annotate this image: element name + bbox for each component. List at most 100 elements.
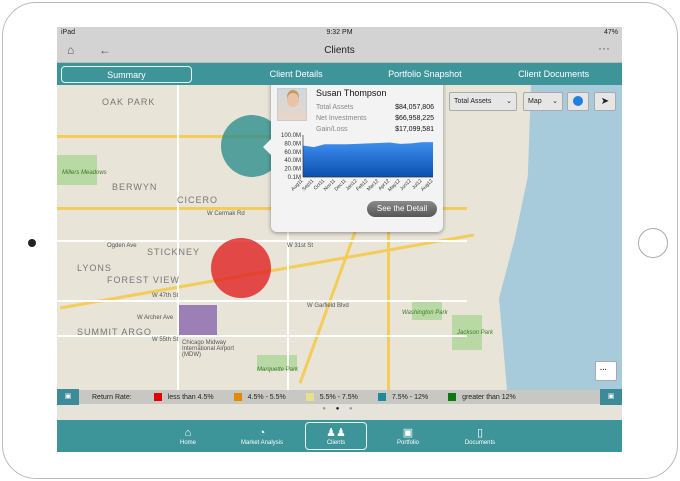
nav-bar: ⌂ ← Clients ··· <box>57 37 622 63</box>
page-indicator[interactable]: ● ● ● <box>57 406 622 412</box>
map-label: SUMMIT ARGO <box>77 327 152 337</box>
page-title: Clients <box>324 45 355 56</box>
map-label: Ogden Ave <box>107 243 137 249</box>
map-label: W Archer Ave <box>137 315 174 321</box>
bottom-tab-home[interactable]: ⌂ Home <box>157 422 219 450</box>
device-label: iPad <box>61 28 76 36</box>
tab-portfolio-snapshot[interactable]: Portfolio Snapshot <box>361 66 490 83</box>
bottom-tab-bar: ⌂ Home ◔ Market Analysis ♟♟ Clients ▣ Portfo… <box>57 420 622 452</box>
legend-label: less than 4.5% <box>167 393 214 401</box>
location-dot-icon <box>573 96 583 107</box>
legend-item: 4.5% - 5.5% <box>233 393 286 401</box>
metric-dropdown[interactable]: Total Assets ⌄ <box>449 92 517 111</box>
view-value: Map <box>528 98 542 105</box>
tab-label: Clients <box>326 439 346 446</box>
stat-value: $84,057,806 <box>395 104 434 111</box>
y-tick-label: 100.0M <box>281 133 301 139</box>
map-label: W Cermak Rd <box>207 211 245 217</box>
y-tick-label: 40.0M <box>284 158 301 164</box>
map-label: W 55th St <box>152 337 179 343</box>
airport <box>177 305 217 335</box>
legend-item: 7.5% - 12% <box>377 393 429 401</box>
legend-title: Return Rate: <box>92 393 132 401</box>
legend-label: 7.5% - 12% <box>391 393 429 401</box>
view-dropdown[interactable]: Map ⌄ <box>523 92 563 111</box>
legend-label: 5.5% - 7.5% <box>319 393 358 401</box>
map-label: W Garfield Blvd <box>307 303 349 309</box>
client-bubble-red[interactable] <box>211 238 271 298</box>
home-icon: ⌂ <box>184 426 192 439</box>
see-detail-button[interactable]: See the Detail <box>367 201 437 217</box>
map-label: Jackson Park <box>457 330 494 336</box>
battery: 47% <box>603 28 618 36</box>
y-tick-label: 80.0M <box>284 141 301 147</box>
x-tick-label: Sep11 <box>301 178 315 192</box>
stat-row: Total Assets $84,057,806 <box>316 104 434 111</box>
map-label: BERWYN <box>112 182 158 192</box>
tab-label: Home <box>179 439 196 446</box>
navigate-button[interactable]: ➤ <box>594 92 616 111</box>
map-label: STICKNEY <box>147 247 201 257</box>
metric-value: Total Assets <box>454 98 492 105</box>
briefcase-icon: ▣ <box>402 426 414 439</box>
x-tick-label: Jun12 <box>399 178 413 192</box>
legend-swatch <box>233 393 242 401</box>
tab-client-documents[interactable]: Client Documents <box>489 66 618 83</box>
legend-item: 5.5% - 7.5% <box>305 393 358 401</box>
documents-icon: ▯ <box>476 426 484 439</box>
legend-swatch <box>153 393 162 401</box>
map-label: Chicago Midway International Airport (MD… <box>182 340 235 358</box>
legend-swatch <box>377 393 386 401</box>
legend-label: 4.5% - 5.5% <box>247 393 286 401</box>
screen: iPad 9:32 PM 47% ⌂ ← Clients ··· Summary… <box>57 27 622 452</box>
map-label: OAK PARK <box>102 97 156 107</box>
stat-row: Net Investments $66,958,225 <box>316 115 434 122</box>
tab-summary[interactable]: Summary <box>61 65 192 83</box>
more-icon: ··· <box>600 367 607 374</box>
bottom-tab-documents[interactable]: ▯ Documents <box>449 422 511 450</box>
client-name: Susan Thompson <box>316 88 387 98</box>
x-tick-label: Mar12 <box>366 178 380 192</box>
legend-swatch <box>448 393 457 401</box>
map-label: Washington Park <box>402 310 448 316</box>
tab-label: Portfolio <box>396 439 419 446</box>
legend-label: greater than 12% <box>462 393 516 401</box>
lake <box>499 85 622 390</box>
road <box>57 300 467 302</box>
bottom-tab-market-analysis[interactable]: ◔ Market Analysis <box>219 422 305 450</box>
legend-swatch <box>305 393 314 401</box>
tab-bar: Summary Client Details Portfolio Snapsho… <box>57 63 622 85</box>
assets-area-chart: 0.1M20.0M40.0M60.0M80.0M100.0MAug11Sep11… <box>281 133 435 193</box>
clock: 9:32 PM <box>326 28 353 36</box>
y-tick-label: 60.0M <box>284 150 301 156</box>
people-icon: ♟♟ <box>326 426 346 439</box>
map-label: FOREST VIEW <box>107 275 180 285</box>
map-label: W 47th St <box>152 293 179 299</box>
legend-item: less than 4.5% <box>153 393 214 401</box>
legend-toggle-left-icon[interactable]: ▣ <box>57 389 79 405</box>
tab-label: Market Analysis <box>240 439 283 446</box>
legend-item: greater than 12% <box>448 393 516 401</box>
legend-toggle-right-icon[interactable]: ▣ <box>600 389 622 405</box>
status-bar: iPad 9:32 PM 47% <box>57 27 622 37</box>
map-more-button[interactable]: ··· <box>595 361 617 381</box>
bottom-tab-portfolio[interactable]: ▣ Portfolio <box>377 422 439 450</box>
map-label: Millers Meadows <box>62 170 107 176</box>
map[interactable]: OAK PARK BERWYN CICERO Millers Meadows L… <box>57 85 622 390</box>
tab-label: Documents <box>464 439 496 446</box>
camera <box>28 239 36 247</box>
stat-label: Total Assets <box>316 104 354 111</box>
tab-client-details[interactable]: Client Details <box>232 66 361 83</box>
locate-button[interactable] <box>567 92 589 111</box>
map-label: Marquette Park <box>257 367 299 373</box>
bottom-tab-clients[interactable]: ♟♟ Clients <box>305 422 367 450</box>
y-tick-label: 20.0M <box>284 167 301 173</box>
return-rate-legend: Return Rate: less than 4.5% 4.5% - 5.5% … <box>57 390 622 404</box>
x-tick-label: Aug12 <box>420 178 435 193</box>
home-hardware-button[interactable] <box>638 228 668 258</box>
area-series <box>303 142 433 177</box>
chevron-down-icon: ⌄ <box>552 98 558 105</box>
more-icon[interactable]: ··· <box>598 41 610 55</box>
stat-label: Net Investments <box>316 115 367 122</box>
map-label: LYONS <box>77 263 112 273</box>
